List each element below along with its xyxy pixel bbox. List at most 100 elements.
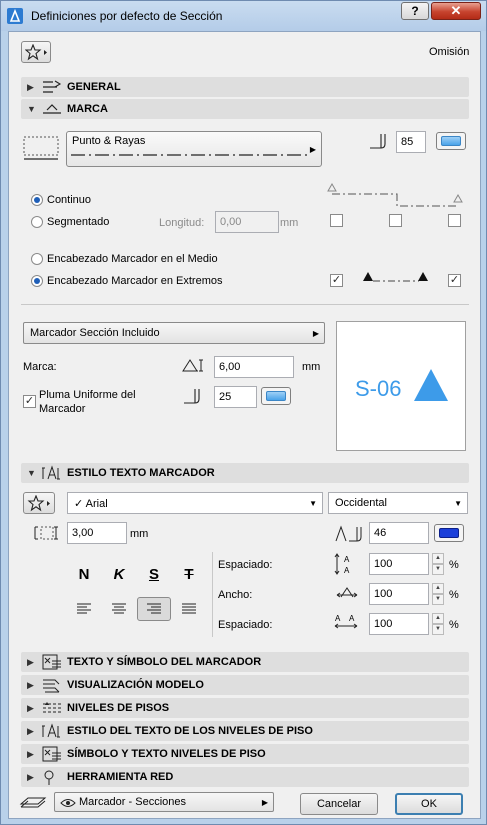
text-style-icon <box>42 723 60 738</box>
pen-color-button[interactable] <box>436 132 466 150</box>
text-pen-color-button[interactable] <box>434 524 464 542</box>
line-type-icon <box>23 136 59 160</box>
archicad-app-icon <box>7 8 23 24</box>
extremo-left-check[interactable]: ✓ <box>330 274 343 287</box>
help-button[interactable]: ? <box>401 2 429 20</box>
segment-check-3[interactable] <box>448 214 461 227</box>
segmentado-radio[interactable] <box>31 216 43 228</box>
collapse-arrow-icon: ▼ <box>27 468 36 478</box>
pen-number-field[interactable]: 85 <box>396 131 426 153</box>
favorites-button[interactable] <box>21 41 51 63</box>
marca-size-field[interactable]: 6,00 <box>214 356 294 378</box>
ancho-field[interactable]: 100 <box>369 583 429 605</box>
longitud-field[interactable]: 0,00 <box>215 211 279 233</box>
layers-icon <box>19 797 47 808</box>
bold-button[interactable]: N <box>69 564 99 586</box>
continuo-radio[interactable] <box>31 194 43 206</box>
section-label: HERRAMIENTA RED <box>67 771 174 783</box>
view-dropdown[interactable]: Marcador - Secciones ▶ <box>54 792 274 812</box>
section-texto-simbolo[interactable]: ▶ TEXTO Y SÍMBOLO DEL MARCADOR <box>21 652 469 672</box>
script-select[interactable]: Occidental ▼ <box>328 492 468 514</box>
expand-arrow-icon: ▶ <box>27 82 34 92</box>
section-estilo-niveles[interactable]: ▶ ESTILO DEL TEXTO DE LOS NIVELES DE PIS… <box>21 721 469 741</box>
section-herramienta[interactable]: ▶ HERRAMIENTA RED <box>21 767 469 787</box>
view-value: Marcador - Secciones <box>79 796 186 808</box>
text-favorites-button[interactable] <box>23 492 55 514</box>
expand-arrow-icon: ▶ <box>27 749 34 759</box>
align-right-icon <box>147 603 161 614</box>
expand-arrow-icon: ▶ <box>27 703 34 713</box>
italic-button[interactable]: K <box>104 564 134 586</box>
section-label: MARCA <box>67 103 108 115</box>
segmentado-label: Segmentado <box>47 216 110 228</box>
segment-diagram-icon <box>327 182 463 207</box>
section-simbolo-niveles[interactable]: ▶ SÍMBOLO Y TEXTO NIVELES DE PISO <box>21 744 469 764</box>
espaciado2-field[interactable]: 100 <box>369 613 429 635</box>
ancho-stepper[interactable]: ▲ ▼ <box>432 583 444 605</box>
text-pen-field[interactable]: 46 <box>369 522 429 544</box>
pluma-pen-field[interactable]: 25 <box>214 386 257 408</box>
star-icon <box>25 44 47 61</box>
marker-ends-diagram-icon <box>363 272 428 282</box>
font-value: Arial <box>85 498 108 510</box>
pen-icon <box>370 134 386 149</box>
section-label: GENERAL <box>67 81 121 93</box>
section-visualizacion[interactable]: ▶ VISUALIZACIÓN MODELO <box>21 675 469 695</box>
section-label: SÍMBOLO Y TEXTO NIVELES DE PISO <box>67 748 266 760</box>
align-justify-icon[interactable] <box>181 602 197 616</box>
underline-button[interactable]: S <box>139 564 169 586</box>
section-general[interactable]: ▶ GENERAL <box>21 77 469 97</box>
section-marca[interactable]: ▼ MARCA <box>21 99 469 119</box>
section-label: TEXTO Y SÍMBOLO DEL MARCADOR <box>67 656 262 668</box>
strikethrough-button[interactable]: T <box>174 564 204 586</box>
ancho-label: Ancho: <box>218 589 253 601</box>
marker-icon <box>43 104 61 114</box>
encabezado-extremos-radio[interactable] <box>31 275 43 287</box>
espaciado-field[interactable]: 100 <box>369 553 429 575</box>
espaciado-label: Espaciado: <box>218 559 273 571</box>
chevron-right-icon: ▶ <box>309 145 316 154</box>
pluma-uniforme-check[interactable]: ✓ <box>23 395 36 408</box>
encabezado-medio-label: Encabezado Marcador en el Medio <box>47 253 218 265</box>
chevron-right-icon: ▶ <box>312 329 319 338</box>
grid-tool-icon <box>44 770 54 785</box>
pluma-uniforme-label-1: Pluma Uniforme del <box>39 389 136 401</box>
ok-button[interactable]: OK <box>395 793 463 815</box>
svg-text:A: A <box>344 566 350 575</box>
align-right-button[interactable] <box>137 597 171 621</box>
extremo-right-check[interactable]: ✓ <box>448 274 461 287</box>
text-size-field[interactable]: 3,00 <box>67 522 127 544</box>
encabezado-medio-radio[interactable] <box>31 253 43 265</box>
window-title: Definiciones por defecto de Sección <box>31 9 223 23</box>
model-display-icon <box>43 679 60 693</box>
section-triangle-icon <box>414 369 448 401</box>
align-center-icon[interactable] <box>111 602 127 616</box>
segment-check-2[interactable] <box>389 214 402 227</box>
preview-label: S-06 <box>355 376 402 401</box>
close-button[interactable]: ✕ <box>431 2 481 20</box>
section-niveles[interactable]: ▶ NIVELES DE PISOS <box>21 698 469 718</box>
font-select[interactable]: ✓ Arial ▼ <box>67 492 323 514</box>
dialog-body: Omisión ▶ GENERAL ▼ MARCA Punto & Rayas <box>8 31 481 819</box>
section-label: NIVELES DE PISOS <box>67 702 170 714</box>
story-levels-icon <box>43 702 61 713</box>
cancel-button[interactable]: Cancelar <box>300 793 378 815</box>
divider <box>21 304 469 305</box>
marker-type-value: Marcador Sección Incluido <box>30 327 160 339</box>
chevron-down-icon: ▼ <box>454 499 462 508</box>
marker-preview: S-06 <box>336 321 466 451</box>
script-value: Occidental <box>335 497 387 509</box>
char-spacing-icon: A A <box>334 614 358 629</box>
svg-text:A: A <box>344 555 350 564</box>
align-left-icon[interactable] <box>76 602 92 616</box>
marker-type-dropdown[interactable]: Marcador Sección Incluido ▶ <box>23 322 325 344</box>
expand-arrow-icon: ▶ <box>27 726 34 736</box>
pluma-color-button[interactable] <box>261 387 291 405</box>
espaciado2-stepper[interactable]: ▲ ▼ <box>432 613 444 635</box>
dialog-window: Definiciones por defecto de Sección ? ✕ … <box>0 0 487 825</box>
espaciado-stepper[interactable]: ▲ ▼ <box>432 553 444 575</box>
section-estilo-texto[interactable]: ▼ ESTILO TEXTO MARCADOR <box>21 463 469 483</box>
longitud-label: Longitud: <box>159 217 205 229</box>
line-type-selector[interactable]: Punto & Rayas ▶ <box>66 131 322 167</box>
segment-check-1[interactable] <box>330 214 343 227</box>
